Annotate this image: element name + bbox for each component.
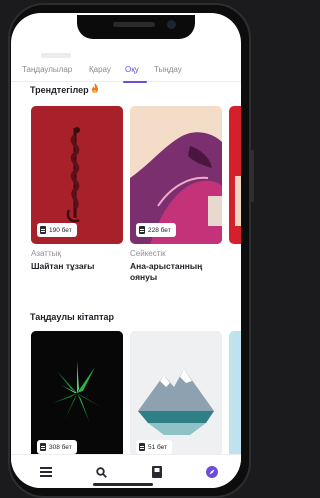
book-title[interactable]: Шайтан тұзағы [31, 261, 123, 272]
page-count-badge: 51 бет [136, 440, 173, 454]
tab-listen[interactable]: Тыңдау [154, 65, 182, 74]
page-count: 190 бет [49, 226, 72, 234]
book-card-favorite-peek[interactable] [229, 331, 241, 461]
book-card-trending-2[interactable]: 228 бет [130, 106, 222, 244]
camera [167, 20, 176, 29]
tab-watch[interactable]: Қарау [89, 65, 111, 74]
page-count-badge: 190 бет [37, 223, 77, 237]
trending-title: Трендтегілер [30, 85, 89, 95]
book-card-trending-1[interactable]: 190 бет [31, 106, 123, 244]
flame-icon [91, 83, 99, 95]
category-tabs: Таңдаулылар Қарау Оқу Тыңдау [11, 57, 241, 83]
side-button [250, 150, 254, 202]
document-icon [40, 226, 46, 234]
menu-icon[interactable] [36, 462, 56, 482]
section-title-favorites: Таңдаулы кітаптар [30, 312, 114, 322]
notch [77, 15, 195, 39]
tab-favorites[interactable]: Таңдаулылар [22, 65, 72, 74]
book-card-favorite-2[interactable]: 51 бет [130, 331, 222, 461]
tab-read[interactable]: Оқу [125, 65, 139, 74]
book-icon[interactable] [147, 462, 167, 482]
app-screen: Таңдаулылар Қарау Оқу Тыңдау Трендтегіле… [11, 13, 241, 488]
page-count: 228 бет [148, 226, 171, 234]
document-icon [40, 443, 46, 451]
book-title[interactable]: Ана-арыстанның оянуы [130, 261, 222, 283]
document-icon [139, 443, 145, 451]
page-count: 308 бет [49, 443, 72, 451]
active-tab-indicator [123, 81, 147, 83]
book-card-trending-peek[interactable] [229, 106, 241, 244]
document-icon [139, 226, 145, 234]
device-backdrop: Таңдаулылар Қарау Оқу Тыңдау Трендтегіле… [0, 0, 254, 498]
page-count: 51 бет [148, 443, 168, 451]
search-icon[interactable] [91, 462, 111, 482]
page-count-badge: 228 бет [136, 223, 176, 237]
speaker [113, 22, 155, 27]
book-author: Сейкестік [130, 249, 166, 258]
book-author: Азаттық [31, 249, 61, 258]
book-card-favorite-1[interactable]: 308 бет [31, 331, 123, 461]
compass-icon[interactable] [202, 462, 222, 482]
section-title-trending: Трендтегілер [30, 83, 99, 95]
home-indicator [93, 483, 153, 486]
page-count-badge: 308 бет [37, 440, 77, 454]
cover-art-peek [235, 176, 241, 226]
